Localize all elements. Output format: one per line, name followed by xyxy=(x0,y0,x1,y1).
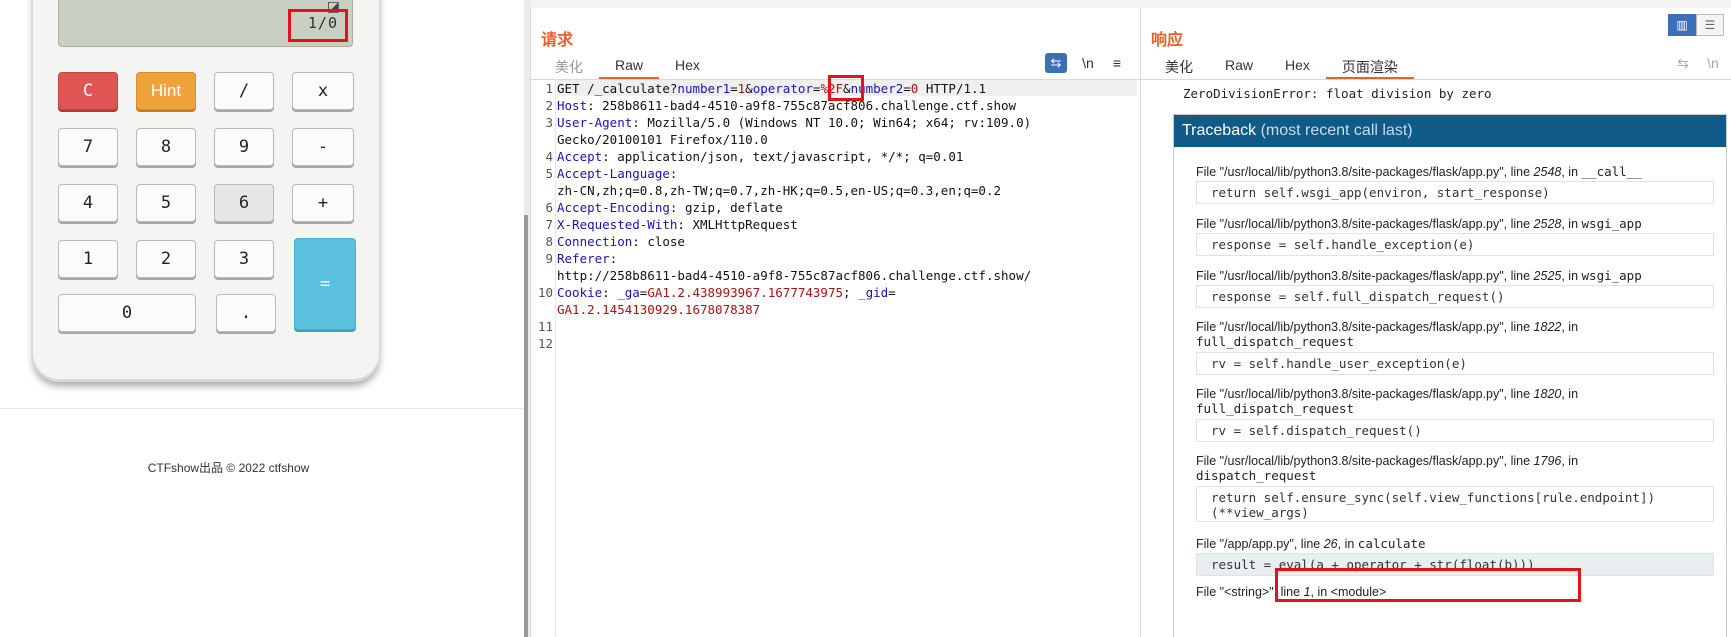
divide-button[interactable]: / xyxy=(214,72,274,110)
minus-button[interactable]: - xyxy=(292,128,354,166)
page-footer: CTFshow出品 © 2022 ctfshow xyxy=(147,461,310,475)
frame-code[interactable]: rv = self.dispatch_request() xyxy=(1196,419,1714,442)
header-cookie-value[interactable]: GA1.2.1454130929.1678078387 xyxy=(557,302,760,317)
header-referer-value[interactable]: http://258b8611-bad4-4510-a9f8-755c87acf… xyxy=(557,268,1031,283)
one-button[interactable]: 1 xyxy=(58,240,118,278)
line-number: 6 xyxy=(545,200,553,215)
response-tab-hex[interactable]: Hex xyxy=(1269,55,1326,79)
frame-location: File "/usr/local/lib/python3.8/site-pack… xyxy=(1196,268,1642,283)
line-number: 10 xyxy=(537,285,553,300)
request-tab-raw[interactable]: Raw xyxy=(599,55,660,79)
line-number: 11 xyxy=(537,319,553,334)
newline-toggle[interactable]: \n xyxy=(1075,53,1101,73)
frame-location: File "/usr/local/lib/python3.8/site-pack… xyxy=(1196,454,1579,483)
header-cookie[interactable]: Cookie: _ga=GA1.2.438993967.1677743975; … xyxy=(557,285,896,300)
request-tabs: 美化 Raw Hex xyxy=(539,55,716,79)
menu-icon[interactable]: ≡ xyxy=(1107,53,1127,73)
response-tab-render[interactable]: 页面渲染 xyxy=(1325,55,1414,79)
line-number: 8 xyxy=(545,234,553,249)
line-number: 9 xyxy=(545,251,553,266)
error-message: ZeroDivisionError: float division by zer… xyxy=(1183,86,1492,101)
eight-button[interactable]: 8 xyxy=(136,128,196,166)
header-user-agent[interactable]: User-Agent: Mozilla/5.0 (Windows NT 10.0… xyxy=(557,115,1031,130)
frame-location: File "/usr/local/lib/python3.8/site-pack… xyxy=(1196,387,1579,416)
line-number: 12 xyxy=(537,336,553,351)
three-button[interactable]: 3 xyxy=(214,240,274,278)
frame-location: File "/usr/local/lib/python3.8/site-pack… xyxy=(1196,216,1642,231)
display-highlight-box xyxy=(288,9,348,42)
request-title: 请求 xyxy=(541,32,574,49)
header-connection[interactable]: Connection: close xyxy=(557,234,685,249)
plus-button[interactable]: + xyxy=(292,184,354,222)
header-x-requested-with[interactable]: X-Requested-With: XMLHttpRequest xyxy=(557,217,798,232)
page-scrollbar-thumb[interactable] xyxy=(524,215,528,637)
frame-location: File "/usr/local/lib/python3.8/site-pack… xyxy=(1196,164,1642,179)
page-divider xyxy=(0,408,524,409)
stacked-view-icon[interactable]: ☰ xyxy=(1696,14,1724,36)
seven-button[interactable]: 7 xyxy=(58,128,118,166)
clear-button[interactable]: C xyxy=(58,72,118,110)
header-accept-encoding[interactable]: Accept-Encoding: gzip, deflate xyxy=(557,200,783,215)
line-number: 1 xyxy=(545,81,553,96)
header-host[interactable]: Host: 258b8611-bad4-4510-a9f8-755c87acf8… xyxy=(557,98,1016,113)
split-view-icon[interactable]: ▥ xyxy=(1668,14,1696,36)
hint-button[interactable]: Hint xyxy=(136,72,196,110)
header-referer[interactable]: Referer: xyxy=(557,251,617,266)
header-accept-language-value[interactable]: zh-CN,zh;q=0.8,zh-TW;q=0.7,zh-HK;q=0.5,e… xyxy=(557,183,1001,198)
traceback-box: Traceback (most recent call last) File "… xyxy=(1173,114,1727,637)
rendered-page: ZeroDivisionError: float division by zer… xyxy=(1145,80,1728,637)
frame-code[interactable]: response = self.full_dispatch_request() xyxy=(1196,285,1714,308)
frame-location: File "/app/app.py", line 26, in calculat… xyxy=(1196,536,1426,551)
frame-location: File "/usr/local/lib/python3.8/site-pack… xyxy=(1196,320,1579,349)
frame-code[interactable]: response = self.handle_exception(e) xyxy=(1196,233,1714,256)
response-title: 响应 xyxy=(1151,32,1184,49)
layout-toggle: ▥ ☰ xyxy=(1668,14,1724,36)
response-pane: ▥ ☰ 响应 美化 Raw Hex 页面渲染 ⇆ \n ZeroDivision… xyxy=(1140,8,1731,637)
equals-button[interactable]: = xyxy=(294,238,356,330)
request-line[interactable]: GET /_calculate?number1=1&operator=%2F&n… xyxy=(557,81,986,96)
frame-code[interactable]: return self.ensure_sync(self.view_functi… xyxy=(1196,486,1714,522)
calculator-page: ◪ 1/0 C Hint / x 7 8 9 - 4 5 6 + 1 2 3 =… xyxy=(0,0,524,637)
line-number: 3 xyxy=(545,115,553,130)
response-tabs: 美化 Raw Hex 页面渲染 xyxy=(1149,55,1414,79)
four-button[interactable]: 4 xyxy=(58,184,118,222)
header-user-agent-cont[interactable]: Gecko/20100101 Firefox/110.0 xyxy=(557,132,768,147)
request-pane: 请求 美化 Raw Hex ⇆ \n ≡ 1 2 3 4 5 6 7 8 9 1… xyxy=(530,8,1141,637)
header-accept[interactable]: Accept: application/json, text/javascrip… xyxy=(557,149,963,164)
wrap-icon[interactable]: ⇆ xyxy=(1045,53,1067,73)
line-number: 4 xyxy=(545,149,553,164)
line-number: 7 xyxy=(545,217,553,232)
nine-button[interactable]: 9 xyxy=(214,128,274,166)
line-number: 2 xyxy=(545,98,553,113)
dot-button[interactable]: . xyxy=(216,294,276,332)
six-button[interactable]: 6 xyxy=(214,184,274,222)
traceback-header: Traceback (most recent call last) xyxy=(1174,115,1726,147)
response-wrap-icon[interactable]: ⇆ xyxy=(1672,53,1694,73)
five-button[interactable]: 5 xyxy=(136,184,196,222)
two-button[interactable]: 2 xyxy=(136,240,196,278)
header-accept-language[interactable]: Accept-Language: xyxy=(557,166,677,181)
eval-highlight-box xyxy=(1275,568,1581,602)
zero-button[interactable]: 0 xyxy=(58,294,196,332)
multiply-button[interactable]: x xyxy=(292,72,354,110)
frame-code[interactable]: rv = self.handle_user_exception(e) xyxy=(1196,352,1714,375)
response-tab-pretty[interactable]: 美化 xyxy=(1149,55,1209,79)
frame-code[interactable]: return self.wsgi_app(environ, start_resp… xyxy=(1196,181,1714,204)
request-tab-hex[interactable]: Hex xyxy=(659,55,716,79)
request-tab-pretty[interactable]: 美化 xyxy=(539,55,599,79)
response-newline-toggle[interactable]: \n xyxy=(1701,53,1725,73)
response-tab-raw[interactable]: Raw xyxy=(1209,55,1269,79)
line-number: 5 xyxy=(545,166,553,181)
